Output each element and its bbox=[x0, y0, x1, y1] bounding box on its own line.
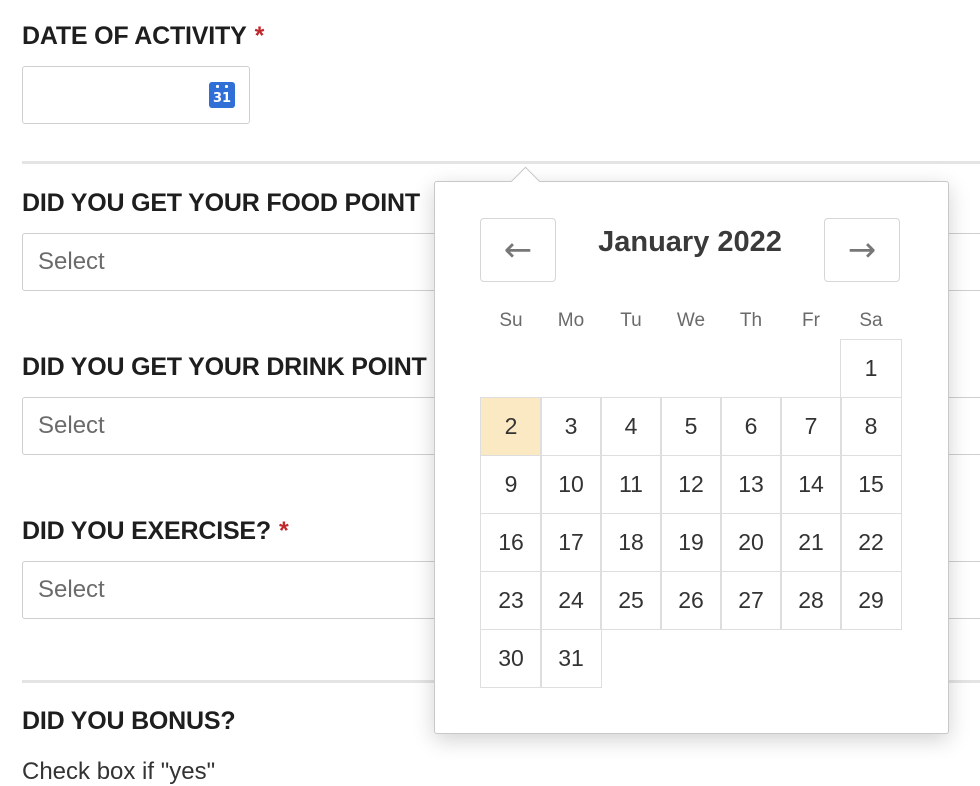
bonus-helper-text: Check box if "yes" bbox=[22, 758, 216, 785]
required-asterisk: * bbox=[278, 517, 289, 545]
bonus-label: DID YOU BONUS? bbox=[22, 707, 236, 735]
day-cell[interactable]: 22 bbox=[840, 513, 902, 572]
weekday-label: Su bbox=[499, 310, 523, 331]
empty-day-cell bbox=[481, 339, 541, 397]
day-cell[interactable]: 17 bbox=[540, 513, 602, 572]
day-cell[interactable]: 10 bbox=[540, 455, 602, 514]
weekday-label: Fr bbox=[802, 310, 820, 331]
day-cell[interactable]: 11 bbox=[600, 455, 662, 514]
day-cell[interactable]: 13 bbox=[720, 455, 782, 514]
day-cell[interactable]: 29 bbox=[840, 571, 902, 630]
calendar-week-row: 9 10 11 12 13 14 15 bbox=[480, 455, 902, 514]
day-cell[interactable]: 9 bbox=[480, 455, 542, 514]
day-cell[interactable]: 31 bbox=[540, 629, 602, 688]
empty-day-cell bbox=[841, 629, 901, 687]
drink-point-label: DID YOU GET YOUR DRINK POINT bbox=[22, 353, 427, 381]
exercise-label-text: DID YOU EXERCISE? bbox=[22, 517, 271, 545]
exercise-label: DID YOU EXERCISE? * bbox=[22, 517, 289, 546]
day-cell[interactable]: 16 bbox=[480, 513, 542, 572]
day-cell[interactable]: 24 bbox=[540, 571, 602, 630]
weekday-label: Tu bbox=[620, 310, 642, 331]
empty-day-cell bbox=[781, 339, 841, 397]
day-cell[interactable]: 5 bbox=[660, 397, 722, 456]
day-cell[interactable]: 30 bbox=[480, 629, 542, 688]
empty-day-cell bbox=[541, 339, 601, 397]
day-cell[interactable]: 26 bbox=[660, 571, 722, 630]
empty-day-cell bbox=[601, 629, 661, 687]
day-cell[interactable]: 1 bbox=[840, 339, 902, 398]
weekday-label: We bbox=[676, 310, 706, 331]
day-cell[interactable]: 7 bbox=[780, 397, 842, 456]
calendar-icon[interactable]: 31 bbox=[209, 82, 235, 108]
month-title: January 2022 bbox=[598, 226, 782, 258]
calendar-grid: 1 2 3 4 5 6 7 8 9 10 11 12 13 14 15 16 17 18 19 20 21 22 23 24 2… bbox=[480, 339, 902, 688]
weekday-label: Sa bbox=[859, 310, 883, 331]
datepicker-pointer bbox=[510, 166, 541, 197]
calendar-week-row: 2345678 bbox=[480, 397, 902, 456]
datepicker-popup: ← January 2022 → Su Mo Tu We Th Fr Sa 12… bbox=[434, 166, 949, 734]
calendar-week-row: 1 bbox=[481, 339, 902, 398]
weekday-header: Su Mo Tu We Th Fr Sa bbox=[481, 310, 901, 332]
next-month-button[interactable]: → bbox=[824, 218, 900, 282]
calendar-week-row: 30 31 bbox=[480, 629, 901, 688]
day-cell[interactable]: 12 bbox=[660, 455, 722, 514]
date-of-activity-input[interactable]: 31 bbox=[22, 66, 250, 124]
arrow-left-icon: ← bbox=[503, 230, 533, 270]
day-cell[interactable]: 6 bbox=[720, 397, 782, 456]
day-cell[interactable]: 14 bbox=[780, 455, 842, 514]
calendar-icon-day: 31 bbox=[212, 91, 232, 106]
arrow-right-icon: → bbox=[847, 230, 877, 270]
day-cell[interactable]: 8 bbox=[840, 397, 902, 456]
day-cell[interactable]: 18 bbox=[600, 513, 662, 572]
required-asterisk: * bbox=[254, 22, 265, 50]
day-cell[interactable]: 23 bbox=[480, 571, 542, 630]
day-cell[interactable]: 21 bbox=[780, 513, 842, 572]
food-point-label: DID YOU GET YOUR FOOD POINT bbox=[22, 189, 420, 217]
empty-day-cell bbox=[721, 629, 781, 687]
empty-day-cell bbox=[781, 629, 841, 687]
day-cell[interactable]: 25 bbox=[600, 571, 662, 630]
empty-day-cell bbox=[661, 339, 721, 397]
date-of-activity-label: DATE OF ACTIVITY * bbox=[22, 22, 264, 51]
day-cell[interactable]: 4 bbox=[600, 397, 662, 456]
weekday-label: Th bbox=[739, 310, 763, 331]
day-cell[interactable]: 20 bbox=[720, 513, 782, 572]
day-cell[interactable]: 27 bbox=[720, 571, 782, 630]
date-of-activity-label-text: DATE OF ACTIVITY bbox=[22, 22, 247, 50]
day-cell[interactable]: 3 bbox=[540, 397, 602, 456]
calendar-week-row: 16 17 18 19 20 21 22 bbox=[480, 513, 902, 572]
prev-month-button[interactable]: ← bbox=[480, 218, 556, 282]
calendar-week-row: 23 24 25 26 27 28 29 bbox=[480, 571, 902, 630]
empty-day-cell bbox=[721, 339, 781, 397]
day-cell[interactable]: 19 bbox=[660, 513, 722, 572]
day-cell-today[interactable]: 2 bbox=[480, 397, 542, 456]
section-divider bbox=[22, 161, 980, 164]
day-cell[interactable]: 15 bbox=[840, 455, 902, 514]
weekday-label: Mo bbox=[557, 310, 585, 331]
empty-day-cell bbox=[601, 339, 661, 397]
day-cell[interactable]: 28 bbox=[780, 571, 842, 630]
empty-day-cell bbox=[661, 629, 721, 687]
